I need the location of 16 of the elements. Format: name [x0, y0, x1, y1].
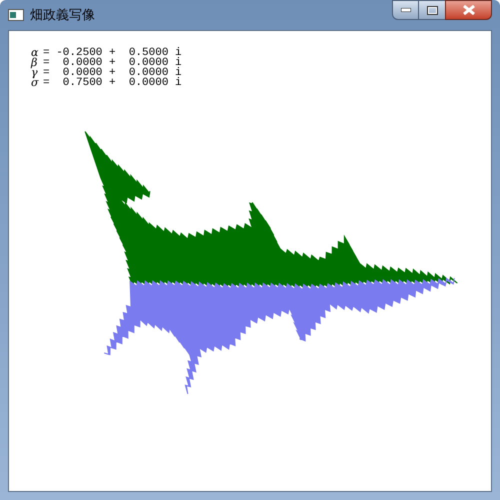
close-icon — [462, 5, 474, 15]
parameter-symbol: σ — [31, 78, 40, 88]
minimize-button[interactable] — [392, 0, 419, 20]
minimize-icon — [400, 8, 410, 12]
parameter-value: = 0.0000 + 0.0000 i — [43, 58, 182, 68]
parameter-symbol: γ — [31, 68, 39, 78]
window-app-icon — [8, 9, 24, 21]
maximize-button[interactable] — [419, 0, 445, 20]
close-button[interactable] — [445, 0, 492, 20]
parameter-value: = 0.7500 + 0.0000 i — [43, 78, 182, 88]
parameter-value: = -0.2500 + 0.5000 i — [43, 48, 182, 58]
parameter-symbol: α — [31, 48, 40, 58]
maximize-icon — [426, 6, 438, 14]
parameter-symbol: β — [31, 58, 38, 68]
window-title: 畑政義写像 — [30, 6, 95, 24]
parameter-value: = 0.0000 + 0.0000 i — [43, 68, 182, 78]
